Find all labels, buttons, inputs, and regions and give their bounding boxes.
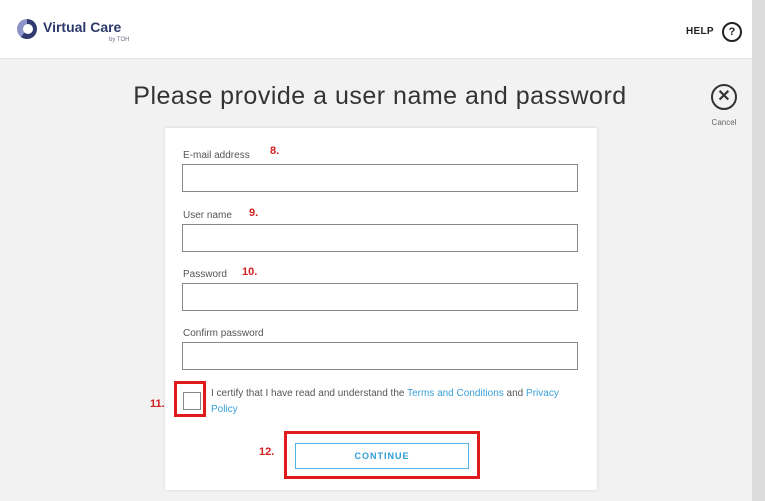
cancel-button[interactable]: ✕ Cancel [702,84,746,134]
password-field[interactable] [182,283,578,311]
help-link[interactable]: HELP [686,26,714,37]
email-field[interactable] [182,164,578,192]
continue-highlight: CONTINUE [284,431,480,479]
brand-logo[interactable]: Virtual Care by TOH [17,17,157,47]
window-edge [752,0,765,501]
cancel-label[interactable]: Cancel [702,118,746,127]
annotation-marker-9: 9. [249,207,259,219]
annotation-marker-11: 11. [150,398,165,410]
checkbox-highlight [174,381,206,417]
continue-button[interactable]: CONTINUE [295,443,469,469]
username-label: User name [183,210,232,221]
certify-statement: I certify that I have read and understan… [211,386,581,418]
confirm-password-field[interactable] [182,342,578,370]
brand-title: Virtual Care [43,19,122,35]
annotation-marker-8: 8. [270,145,280,157]
page-title: Please provide a user name and password [133,82,627,110]
virtual-care-logo-icon [17,19,37,39]
terms-link[interactable]: Terms and Conditions [407,388,504,399]
certify-checkbox[interactable] [183,392,201,410]
help-icon[interactable]: ? [722,22,742,42]
header-bar: Virtual Care by TOH HELP ? [0,0,765,59]
certify-text-and: and [503,388,527,399]
annotation-marker-10: 10. [242,266,258,278]
annotation-marker-12: 12. [259,446,275,458]
close-circle-icon[interactable]: ✕ [711,84,737,110]
confirm-password-label: Confirm password [183,328,264,339]
brand-subtitle: by TOH [109,37,130,43]
certify-text: I certify that I have read and understan… [211,388,408,399]
email-label: E-mail address [183,150,250,161]
username-field[interactable] [182,224,578,252]
password-label: Password [183,269,227,280]
